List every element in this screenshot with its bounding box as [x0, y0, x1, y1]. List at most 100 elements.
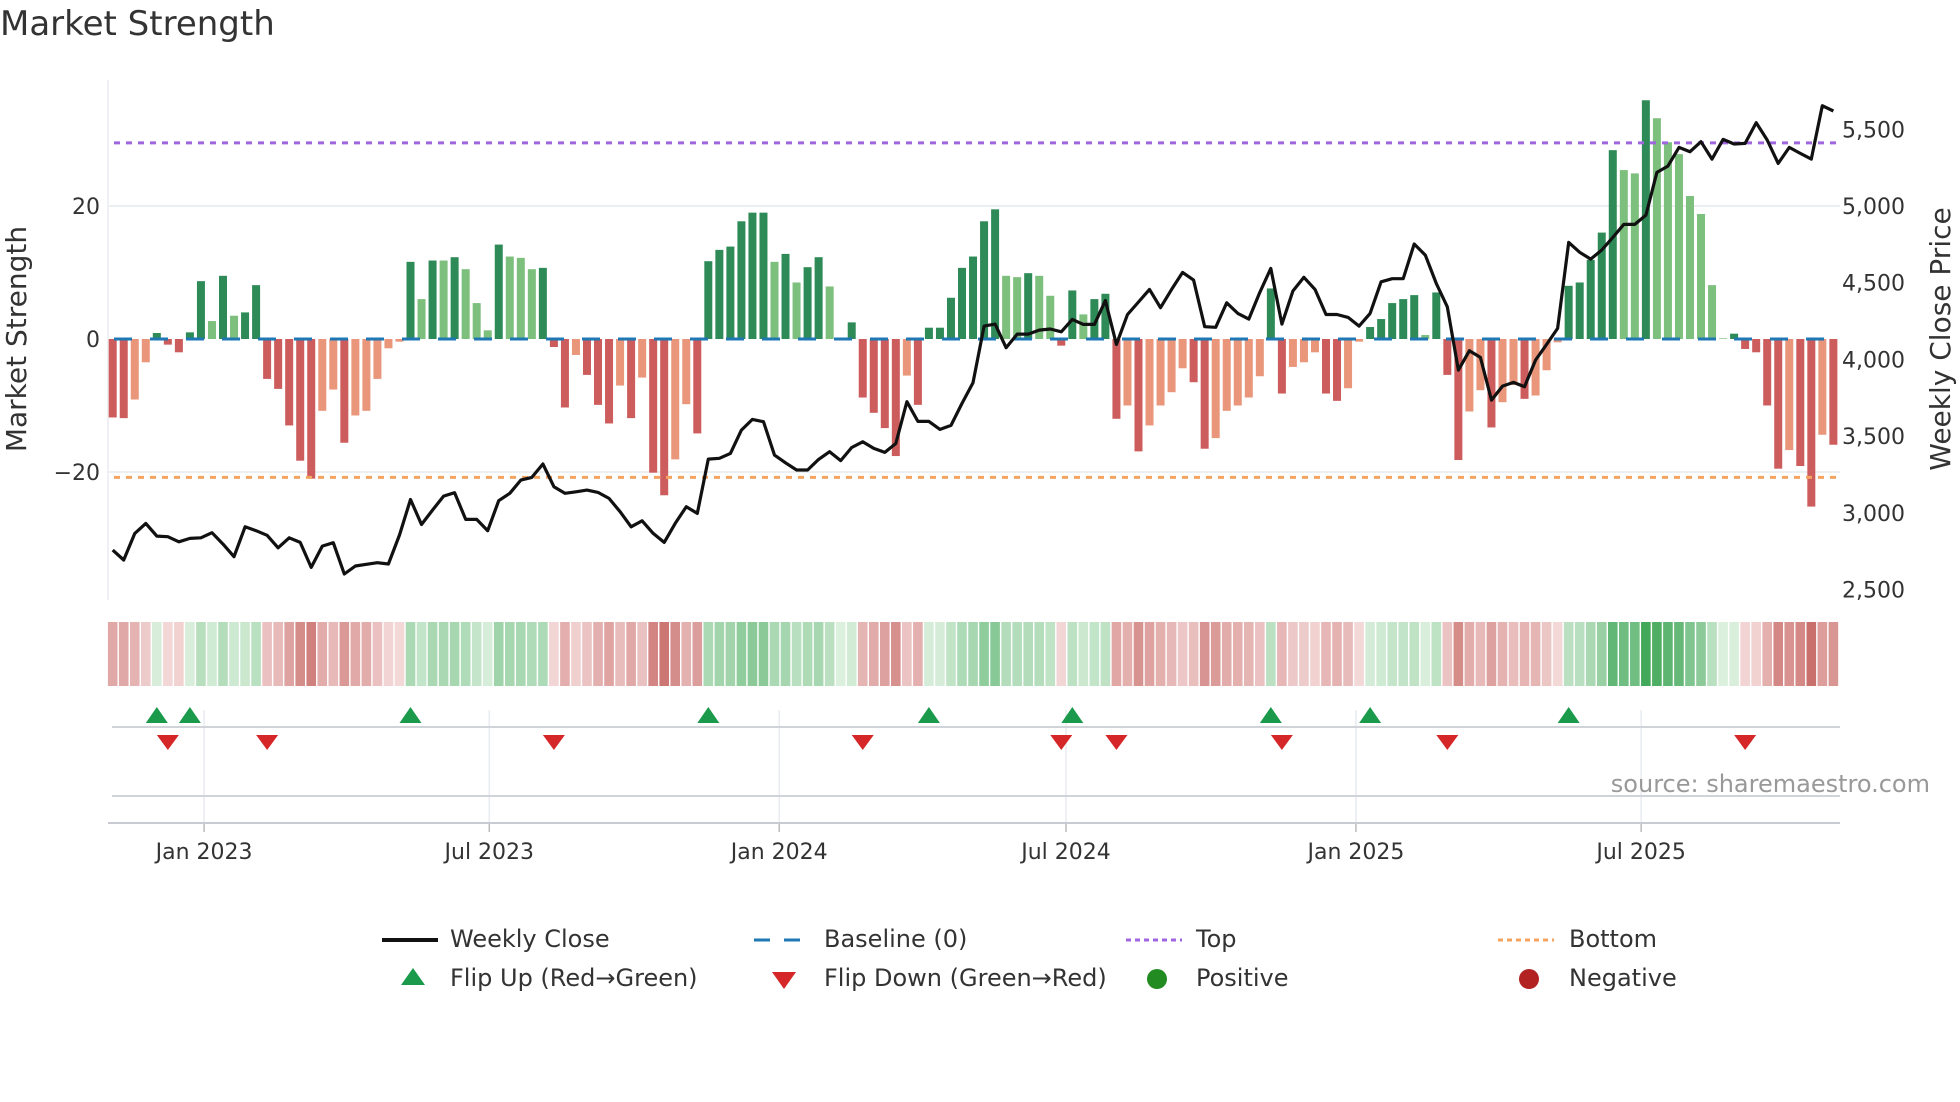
strength-bar [1299, 339, 1308, 363]
strength-bar [770, 261, 779, 339]
strength-cell [1486, 622, 1497, 686]
strength-bar [230, 315, 239, 339]
strength-bar [1123, 339, 1132, 406]
strength-cell [1001, 622, 1011, 686]
strength-bar [1796, 339, 1805, 467]
strength-cell [857, 622, 868, 686]
strength-cell [913, 622, 923, 686]
strength-bar [1200, 339, 1209, 449]
bottom-legend-icon [1498, 938, 1554, 942]
strength-cell [968, 622, 978, 686]
strength-bar [351, 339, 360, 416]
strength-cell [1166, 622, 1177, 686]
legend-bottom[interactable]: Bottom [1569, 925, 1657, 953]
legend-flip-down[interactable]: Flip Down (Green→Red) [824, 964, 1107, 992]
legend-negative[interactable]: Negative [1569, 964, 1677, 992]
strength-bar [1697, 213, 1706, 339]
strength-cell [493, 622, 504, 686]
strength-bar [1509, 339, 1518, 385]
strength-bar [1652, 118, 1661, 339]
strength-bar [1608, 150, 1617, 339]
strength-cell [328, 622, 339, 686]
strength-bar [329, 339, 338, 390]
strength-bar [560, 339, 569, 408]
legend-weekly-close[interactable]: Weekly Close [450, 925, 610, 953]
strength-cell [681, 622, 692, 686]
strength-bar [1498, 339, 1507, 403]
strength-bar [516, 257, 525, 339]
strength-cell [1508, 622, 1519, 686]
baseline-legend-icon [754, 938, 810, 942]
flip-markers [108, 707, 1840, 824]
legend-positive[interactable]: Positive [1196, 964, 1289, 992]
strength-cell [1056, 622, 1067, 686]
strength-bar [803, 267, 812, 339]
strength-cell [361, 622, 372, 686]
strength-bar [1355, 339, 1364, 342]
strength-cell [262, 622, 272, 686]
strength-cell [1387, 622, 1397, 686]
strength-bar [1663, 142, 1672, 339]
strength-cell [1552, 622, 1563, 686]
strength-bar [924, 327, 933, 339]
strength-cell [1641, 622, 1651, 686]
strength-cell [648, 622, 658, 686]
strength-bar [682, 339, 691, 405]
strength-bar [991, 209, 1000, 339]
strength-cell [273, 622, 283, 686]
strength-cell [207, 622, 217, 686]
strength-bar [241, 312, 250, 339]
legend-baseline[interactable]: Baseline (0) [824, 925, 967, 953]
strength-bar [638, 339, 647, 378]
strength-bar [505, 256, 514, 339]
y2-tick-label: 5,000 [1842, 195, 1905, 220]
strength-cell [1795, 622, 1806, 686]
x-tick-label: Jan 2023 [154, 840, 253, 865]
triangle-up-icon [401, 968, 425, 985]
strength-bar [627, 339, 636, 419]
strength-cell [549, 622, 559, 686]
strength-cell [1663, 622, 1673, 686]
strength-bar [461, 269, 470, 339]
strength-cell [1343, 622, 1353, 686]
x-tick-label: Jul 2025 [1594, 840, 1686, 865]
strength-cell [990, 622, 1000, 686]
strength-bar [671, 339, 680, 460]
strength-bar [1156, 339, 1165, 406]
strength-cell [1089, 622, 1100, 686]
strength-cell [1122, 622, 1133, 686]
strength-cell [1078, 622, 1089, 686]
flip-up-marker [1557, 707, 1580, 723]
strength-bar [384, 339, 393, 349]
y-tick-label: −20 [54, 461, 100, 486]
strength-bar [1575, 282, 1584, 339]
strength-bar [1233, 339, 1242, 406]
strength-cell [637, 622, 647, 686]
strength-bar [660, 339, 669, 496]
strength-bar [1641, 100, 1650, 339]
legend-top[interactable]: Top [1196, 925, 1237, 953]
strength-cell [593, 622, 603, 686]
legend-flip-up[interactable]: Flip Up (Red→Green) [450, 964, 698, 992]
strength-cell [240, 622, 250, 686]
strength-bar [902, 339, 911, 376]
strength-cell [1828, 622, 1839, 686]
strength-cell [1740, 622, 1750, 686]
strength-cell [438, 622, 449, 686]
strength-bar [1266, 288, 1275, 339]
strength-cell [504, 622, 515, 686]
strength-cell [1762, 622, 1772, 686]
strength-cell [1310, 622, 1320, 686]
strength-cell [1541, 622, 1552, 686]
strength-cell [251, 622, 261, 686]
strength-cell [1409, 622, 1420, 686]
strength-cell [615, 622, 625, 686]
strength-bar [1763, 339, 1772, 406]
strength-cell [140, 622, 151, 686]
y2-axis-title: Weekly Close Price [1924, 207, 1957, 470]
strength-bar [1288, 339, 1297, 367]
strength-cell [1144, 622, 1155, 686]
strength-bar [913, 339, 922, 405]
strength-cell [1277, 622, 1287, 686]
strength-cell [714, 622, 725, 686]
